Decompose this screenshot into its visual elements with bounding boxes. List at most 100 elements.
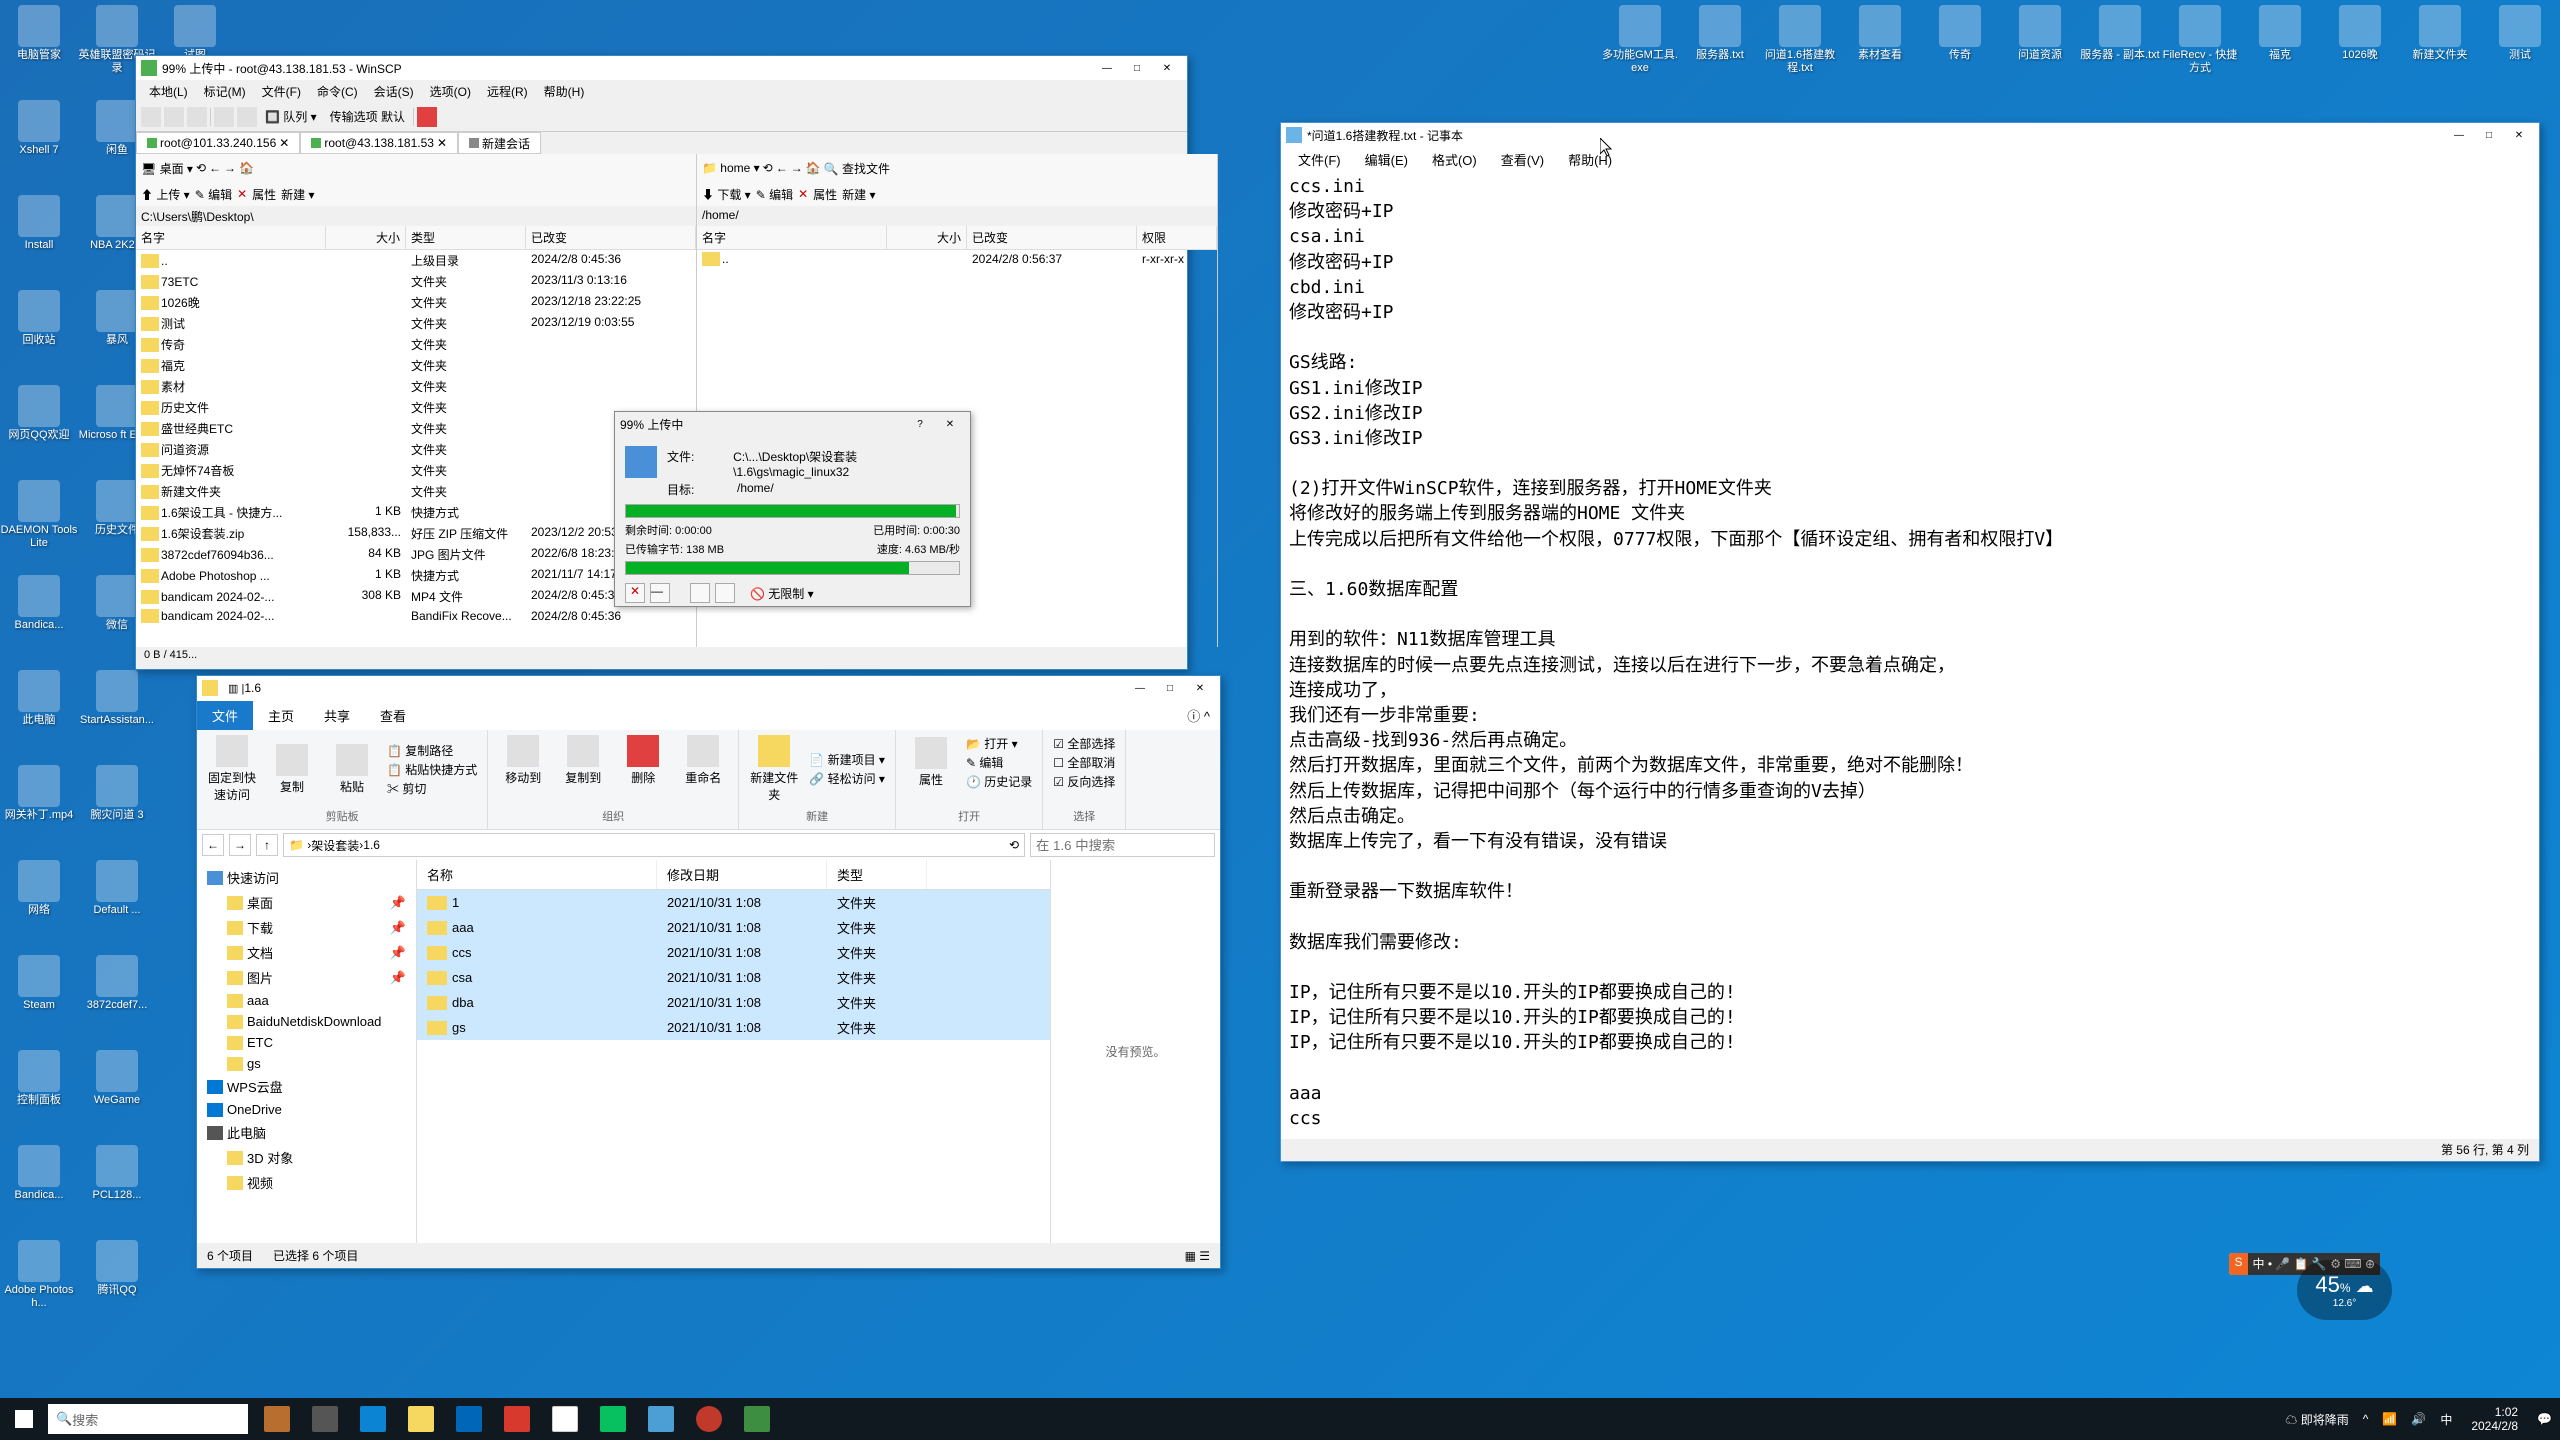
- tree-item[interactable]: WPS云盘: [202, 1074, 411, 1099]
- queue-dropdown[interactable]: 🔲 队列 ▾: [260, 108, 322, 125]
- tree-item[interactable]: 文档 📌: [202, 940, 411, 965]
- desktop-icon[interactable]: 腾讯QQ: [78, 1235, 156, 1330]
- nav-button[interactable]: →: [791, 161, 803, 175]
- up-button[interactable]: ↑: [256, 834, 278, 856]
- desktop-icon[interactable]: PCL128...: [78, 1140, 156, 1235]
- desktop-icon[interactable]: FileRecv - 快捷方式: [2160, 0, 2240, 95]
- desktop-icon[interactable]: Bandica...: [0, 570, 78, 665]
- file-row[interactable]: 福克文件夹: [136, 355, 696, 376]
- tree-item[interactable]: 桌面 📌: [202, 890, 411, 915]
- network-icon[interactable]: 📶: [2379, 1412, 2400, 1426]
- clock[interactable]: 1:02 2024/2/8: [2463, 1405, 2526, 1434]
- file-row[interactable]: 12021/10/31 1:08文件夹: [417, 890, 1050, 915]
- desktop-icon[interactable]: 新建文件夹: [2400, 0, 2480, 95]
- toolbar-icon[interactable]: [417, 107, 437, 127]
- taskbar-app[interactable]: [589, 1398, 637, 1440]
- cancel-button[interactable]: ✕: [625, 583, 645, 603]
- menu-item[interactable]: 本地(L): [141, 81, 196, 102]
- taskbar-app[interactable]: [685, 1398, 733, 1440]
- tree-item[interactable]: 视频: [202, 1170, 411, 1195]
- file-row[interactable]: dba2021/10/31 1:08文件夹: [417, 990, 1050, 1015]
- ime-tray-icon[interactable]: 中: [2437, 1411, 2455, 1428]
- file-row[interactable]: 问道资源文件夹: [136, 439, 696, 460]
- desktop-icon[interactable]: 此电脑: [0, 665, 78, 760]
- explorer-titlebar[interactable]: ▥ | 1.6 — □ ✕: [197, 676, 1220, 700]
- file-row[interactable]: Adobe Photoshop ...1 KB快捷方式2021/11/7 14:…: [136, 565, 696, 586]
- properties-button[interactable]: 属性: [252, 186, 276, 203]
- desktop-icon[interactable]: 回收站: [0, 285, 78, 380]
- file-row[interactable]: ..上级目录2024/2/8 0:45:36: [136, 250, 696, 271]
- session-tab[interactable]: 新建会话: [458, 132, 541, 154]
- notifications-icon[interactable]: 💬: [2534, 1412, 2555, 1426]
- taskbar-app[interactable]: [253, 1398, 301, 1440]
- maximize-button[interactable]: □: [1122, 58, 1152, 78]
- file-row[interactable]: bandicam 2024-02-...308 KBMP4 文件2024/2/8…: [136, 586, 696, 607]
- local-file-list[interactable]: 名字 大小 类型 已改变 ..上级目录2024/2/8 0:45:3673ETC…: [136, 226, 696, 647]
- forward-button[interactable]: →: [229, 834, 251, 856]
- desktop-icon[interactable]: 福克: [2240, 0, 2320, 95]
- taskbar-app[interactable]: [637, 1398, 685, 1440]
- file-row[interactable]: 盛世经典ETC文件夹: [136, 418, 696, 439]
- speed-limit[interactable]: 🚫 无限制 ▾: [750, 585, 814, 602]
- tray-chevron[interactable]: ^: [2360, 1412, 2372, 1426]
- start-button[interactable]: [0, 1398, 48, 1440]
- file-row[interactable]: 测试文件夹2023/12/19 0:03:55: [136, 313, 696, 334]
- pin-button[interactable]: 固定到快速访问: [207, 735, 257, 803]
- explorer-qat[interactable]: ▥ |: [228, 682, 244, 695]
- copy-button[interactable]: 复制: [267, 744, 317, 795]
- local-drive-selector[interactable]: 🖥 桌面 ▾: [141, 160, 193, 177]
- menu-item[interactable]: 远程(R): [479, 81, 536, 102]
- tree-item[interactable]: aaa: [202, 990, 411, 1011]
- toolbar-icon[interactable]: [141, 107, 161, 127]
- weather-widget[interactable]: 45% ☁ 12.6°: [2297, 1260, 2392, 1320]
- taskbar-app[interactable]: [445, 1398, 493, 1440]
- taskbar-search[interactable]: 🔍 搜索: [48, 1404, 248, 1434]
- nav-button[interactable]: 🏠: [239, 161, 254, 175]
- back-button[interactable]: ←: [202, 834, 224, 856]
- menu-item[interactable]: 标记(M): [196, 81, 254, 102]
- tab-home[interactable]: 主页: [253, 701, 309, 730]
- newfolder-button[interactable]: 新建文件夹: [749, 735, 799, 803]
- menu-item[interactable]: 帮助(H): [536, 81, 593, 102]
- minimize-button[interactable]: —: [650, 583, 670, 603]
- file-row[interactable]: 1026晚文件夹2023/12/18 23:22:25: [136, 292, 696, 313]
- desktop-icon[interactable]: StartAssistan...: [78, 665, 156, 760]
- file-row[interactable]: 3872cdef76094b36...84 KBJPG 图片文件2022/6/8…: [136, 544, 696, 565]
- edit-button[interactable]: ✎ 编辑: [966, 754, 1032, 771]
- nav-button[interactable]: →: [224, 161, 236, 175]
- nav-button[interactable]: ⟲: [763, 161, 773, 175]
- file-list[interactable]: 名称 修改日期 类型 12021/10/31 1:08文件夹aaa2021/10…: [417, 860, 1050, 1243]
- desktop-icon[interactable]: 服务器.txt: [1680, 0, 1760, 95]
- desktop-icon[interactable]: Steam: [0, 950, 78, 1045]
- copy-path[interactable]: 📋 复制路径: [387, 742, 477, 759]
- toolbar-icon[interactable]: [187, 107, 207, 127]
- menu-item[interactable]: 选项(O): [422, 81, 479, 102]
- tree-item[interactable]: 3D 对象: [202, 1145, 411, 1170]
- notepad-titlebar[interactable]: *问道1.6搭建教程.txt - 记事本 — □ ✕: [1281, 123, 2539, 147]
- desktop-icon[interactable]: 3872cdef7...: [78, 950, 156, 1045]
- breadcrumb[interactable]: 📁 › 架设套装 › 1.6 ⟲: [283, 833, 1025, 857]
- file-row[interactable]: 1.6架设工具 - 快捷方...1 KB快捷方式: [136, 502, 696, 523]
- nav-button[interactable]: ←: [776, 161, 788, 175]
- nav-button[interactable]: ←: [209, 161, 221, 175]
- desktop-icon[interactable]: WeGame: [78, 1045, 156, 1140]
- ribbon-collapse[interactable]: ⓘ ^: [1177, 701, 1220, 730]
- weather-tray[interactable]: ☁ 即将降雨: [2282, 1411, 2351, 1428]
- tree-item[interactable]: BaiduNetdiskDownload: [202, 1011, 411, 1032]
- file-row[interactable]: 素材文件夹: [136, 376, 696, 397]
- menu-item[interactable]: 查看(V): [1489, 148, 1556, 171]
- easy-access[interactable]: 🔗 轻松访问 ▾: [809, 770, 885, 787]
- file-row[interactable]: 无焯怀74音板文件夹: [136, 460, 696, 481]
- desktop-icon[interactable]: 传奇: [1920, 0, 2000, 95]
- properties-button[interactable]: 属性: [906, 737, 956, 788]
- file-row[interactable]: 历史文件文件夹: [136, 397, 696, 418]
- winscp-titlebar[interactable]: 99% 上传中 - root@43.138.181.53 - WinSCP — …: [136, 56, 1187, 80]
- edit-button[interactable]: ✎ 编辑: [195, 186, 232, 203]
- desktop-icon[interactable]: 腕灾问道 3: [78, 760, 156, 855]
- desktop-icon[interactable]: 网络: [0, 855, 78, 950]
- history-button[interactable]: 🕐 历史记录: [966, 773, 1032, 790]
- tree-item[interactable]: 此电脑: [202, 1120, 411, 1145]
- maximize-button[interactable]: □: [2474, 125, 2504, 145]
- tab-share[interactable]: 共享: [309, 701, 365, 730]
- maximize-button[interactable]: □: [1155, 678, 1185, 698]
